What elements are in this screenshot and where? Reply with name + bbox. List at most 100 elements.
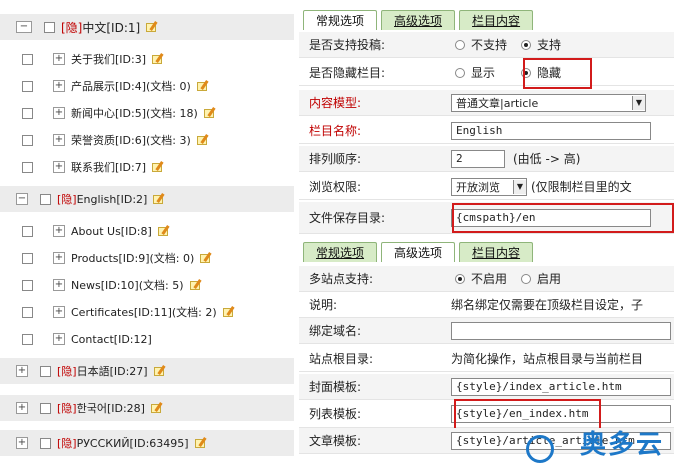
edit-icon[interactable]: [222, 306, 237, 318]
tree-row-japanese[interactable]: + [隐]日本語[ID:27]: [0, 358, 294, 384]
tab-content[interactable]: 栏目内容: [459, 10, 534, 30]
tab-advanced[interactable]: 高级选项: [381, 242, 456, 262]
cover-template-input[interactable]: {style}/index_article.htm: [451, 377, 671, 396]
order-input[interactable]: 2: [451, 149, 505, 168]
expand-icon[interactable]: +: [16, 365, 28, 377]
row-checkbox[interactable]: [22, 161, 33, 173]
category-name: 日本語[ID:27]: [76, 365, 148, 378]
edit-icon[interactable]: [189, 279, 204, 291]
category-name: Contact[ID:12]: [71, 332, 152, 346]
expand-icon[interactable]: +: [16, 437, 28, 449]
category-name-input[interactable]: English: [451, 121, 651, 140]
access-select[interactable]: 开放浏览 ▼: [451, 177, 527, 196]
row-checkbox[interactable]: [40, 402, 51, 414]
edit-icon[interactable]: [200, 252, 214, 264]
multisite-off-radio[interactable]: [455, 273, 465, 284]
row-checkbox[interactable]: [22, 80, 33, 92]
category-name: 产品展示[ID:4](文档: 0): [71, 80, 191, 93]
note-text: 绑名绑定仅需要在顶级栏目设定，子: [451, 298, 644, 312]
row-checkbox[interactable]: [22, 333, 33, 345]
tab-label: 常规选项: [316, 246, 365, 260]
expand-icon[interactable]: +: [53, 161, 65, 173]
row-checkbox[interactable]: [22, 53, 33, 65]
edit-icon[interactable]: [203, 107, 218, 119]
row-checkbox[interactable]: [40, 193, 51, 205]
highlight-box: [523, 58, 592, 89]
tree-label: [隐]中文[ID:1]: [61, 19, 140, 36]
collapse-icon[interactable]: −: [16, 193, 28, 205]
expand-icon[interactable]: +: [53, 306, 65, 318]
edit-icon[interactable]: [153, 365, 168, 377]
tree-row[interactable]: + 联系我们[ID:7]: [0, 154, 294, 180]
tree-row[interactable]: + About Us[ID:8]: [0, 218, 294, 244]
expand-icon[interactable]: +: [53, 333, 65, 345]
edit-icon[interactable]: [146, 21, 160, 33]
contribute-options: 不支持 支持: [451, 36, 674, 53]
expand-icon[interactable]: +: [53, 279, 65, 291]
edit-icon[interactable]: [196, 134, 211, 146]
edit-icon[interactable]: [152, 161, 166, 173]
tab-advanced[interactable]: 高级选项: [381, 10, 456, 30]
category-name: РУССКИЙ[ID:63495]: [76, 437, 189, 450]
hidden-show-radio[interactable]: [455, 67, 465, 78]
root-text: 为简化操作，站点根目录与当前栏目: [451, 352, 644, 366]
edit-icon[interactable]: [153, 193, 167, 205]
edit-icon[interactable]: [150, 402, 165, 414]
field-label: 排列顺序:: [309, 152, 362, 166]
tree-row[interactable]: + Products[ID:9](文档: 0): [0, 245, 294, 271]
edit-icon[interactable]: [194, 437, 209, 449]
tree-row-chinese[interactable]: − [隐]中文[ID:1]: [0, 14, 294, 40]
row-checkbox[interactable]: [22, 107, 33, 119]
tree-row-english[interactable]: − [隐]English[ID:2]: [0, 186, 294, 212]
tree-row[interactable]: + 产品展示[ID:4](文档: 0): [0, 73, 294, 99]
field-label: 是否支持投稿:: [309, 38, 386, 52]
tree-row[interactable]: + Certificates[ID:11](文档: 2): [0, 299, 294, 325]
field-label: 站点根目录:: [309, 352, 374, 366]
row-checkbox[interactable]: [44, 21, 55, 33]
expand-icon[interactable]: +: [53, 134, 65, 146]
access-field: 开放浏览 ▼ (仅限制栏目里的文: [451, 177, 674, 196]
tree-row[interactable]: + 荣誉资质[ID:6](文档: 3): [0, 127, 294, 153]
contribute-yes-radio[interactable]: [521, 39, 532, 50]
row-checkbox[interactable]: [22, 252, 33, 264]
edit-icon[interactable]: [196, 80, 211, 92]
row-checkbox[interactable]: [40, 437, 51, 449]
category-name: Products[ID:9](文档: 0): [71, 252, 195, 265]
row-checkbox[interactable]: [22, 134, 33, 146]
model-select[interactable]: 普通文章|article ▼: [451, 93, 646, 112]
expand-icon[interactable]: +: [53, 53, 65, 65]
expand-icon[interactable]: +: [53, 107, 65, 119]
expand-icon[interactable]: +: [53, 80, 65, 92]
expand-icon[interactable]: +: [53, 225, 65, 237]
domain-input[interactable]: [451, 321, 671, 340]
tab-label: 栏目内容: [472, 14, 521, 28]
collapse-icon[interactable]: −: [16, 21, 32, 33]
access-row: 浏览权限: 开放浏览 ▼ (仅限制栏目里的文: [299, 174, 674, 200]
domain-field: [451, 321, 674, 340]
tree-row-korean[interactable]: + [隐]한국어[ID:28]: [0, 395, 294, 421]
category-name: English[ID:2]: [76, 193, 148, 206]
row-checkbox[interactable]: [22, 225, 33, 237]
multisite-on-radio[interactable]: [521, 273, 532, 284]
tree-row[interactable]: + 新闻中心[ID:5](文档: 18): [0, 100, 294, 126]
edit-icon[interactable]: [152, 53, 166, 65]
category-name: 中文[ID:1]: [82, 20, 141, 35]
tree-row[interactable]: + 关于我们[ID:3]: [0, 46, 294, 72]
tab-general[interactable]: 常规选项: [303, 10, 378, 30]
contribute-no-radio[interactable]: [455, 39, 465, 50]
access-hint: (仅限制栏目里的文: [531, 180, 632, 194]
tab-general[interactable]: 常规选项: [303, 242, 378, 262]
tree-row[interactable]: + News[ID:10](文档: 5): [0, 272, 294, 298]
tree-row[interactable]: + Contact[ID:12]: [0, 326, 294, 352]
name-row: 栏目名称: English: [299, 118, 674, 144]
row-checkbox[interactable]: [40, 365, 51, 377]
row-checkbox[interactable]: [22, 279, 33, 291]
row-checkbox[interactable]: [22, 306, 33, 318]
chevron-down-icon: ▼: [513, 179, 526, 194]
expand-icon[interactable]: +: [16, 402, 28, 414]
field-label: 浏览权限:: [309, 180, 362, 194]
tree-row-russian[interactable]: + [隐]РУССКИЙ[ID:63495]: [0, 430, 294, 456]
edit-icon[interactable]: [157, 225, 172, 237]
tab-content[interactable]: 栏目内容: [459, 242, 534, 262]
expand-icon[interactable]: +: [53, 252, 65, 264]
